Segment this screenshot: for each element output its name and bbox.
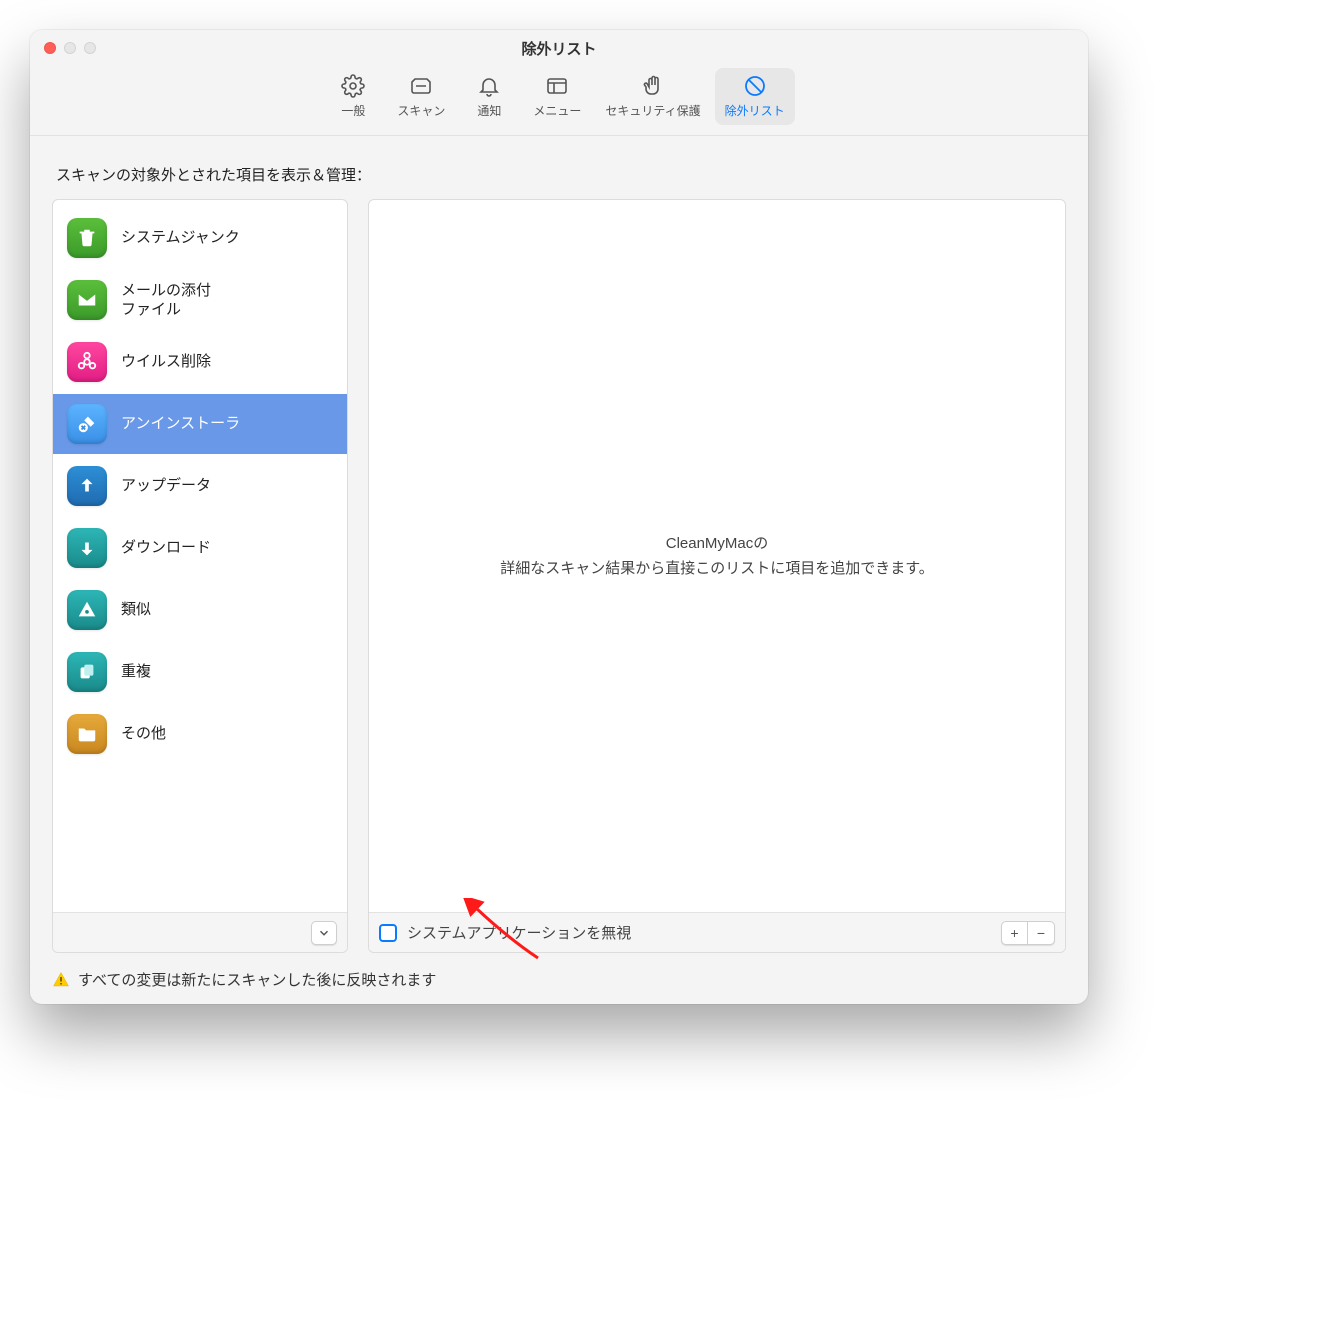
tab-security-label: セキュリティ保護 xyxy=(605,102,700,119)
mail-icon xyxy=(67,280,107,320)
tab-notifications-label: 通知 xyxy=(477,102,501,119)
tab-notifications[interactable]: 通知 xyxy=(459,68,519,125)
panels: システムジャンク メールの添付 ファイル ウイルス削除 xyxy=(52,199,1066,953)
arrow-up-icon xyxy=(67,466,107,506)
category-malware-removal[interactable]: ウイルス削除 xyxy=(53,332,347,392)
warning-icon xyxy=(52,971,70,989)
warning-text: すべての変更は新たにスキャンした後に反映されます xyxy=(78,969,436,990)
warning-row: すべての変更は新たにスキャンした後に反映されます xyxy=(52,969,1066,990)
similar-icon xyxy=(67,590,107,630)
category-label: アンインストーラ xyxy=(121,414,240,434)
bell-icon xyxy=(475,72,503,100)
category-panel: システムジャンク メールの添付 ファイル ウイルス削除 xyxy=(52,199,348,953)
folder-icon xyxy=(67,714,107,754)
scan-icon xyxy=(407,72,435,100)
duplicate-icon xyxy=(67,652,107,692)
tab-menu-label: メニュー xyxy=(533,102,581,119)
category-other[interactable]: その他 xyxy=(53,704,347,764)
category-list[interactable]: システムジャンク メールの添付 ファイル ウイルス削除 xyxy=(53,200,347,912)
ignore-system-apps-checkbox[interactable] xyxy=(379,924,397,942)
traffic-lights xyxy=(30,42,96,54)
detail-panel-footer: システムアプリケーションを無視 + − xyxy=(369,912,1065,952)
detail-panel: CleanMyMacの 詳細なスキャン結果から直接このリストに項目を追加できます… xyxy=(368,199,1066,953)
tab-ignore-list[interactable]: 除外リスト xyxy=(715,68,795,125)
biohazard-icon xyxy=(67,342,107,382)
ignore-system-apps-label: システムアプリケーションを無視 xyxy=(407,922,991,943)
prohibit-icon xyxy=(741,72,769,100)
empty-state-line2: 詳細なスキャン結果から直接このリストに項目を追加できます。 xyxy=(500,556,934,582)
category-label: 重複 xyxy=(121,662,151,682)
tab-security[interactable]: セキュリティ保護 xyxy=(595,68,710,125)
trash-icon xyxy=(67,218,107,258)
hand-icon xyxy=(639,72,667,100)
arrow-down-icon xyxy=(67,528,107,568)
empty-state: CleanMyMacの 詳細なスキャン結果から直接このリストに項目を追加できます… xyxy=(369,200,1065,912)
tab-general-label: 一般 xyxy=(341,102,365,119)
preferences-window: 除外リスト 一般 スキャン 通知 メニュー xyxy=(30,30,1088,1004)
preferences-toolbar: 一般 スキャン 通知 メニュー セキュリティ保護 xyxy=(30,66,1088,136)
add-remove-control: + − xyxy=(1001,921,1055,945)
chevron-down-icon xyxy=(317,926,331,940)
remove-button[interactable]: − xyxy=(1028,922,1054,944)
menu-icon xyxy=(543,72,571,100)
section-heading: スキャンの対象外とされた項目を表示＆管理： xyxy=(56,164,1066,185)
window-title: 除外リスト xyxy=(30,38,1088,59)
tab-scan-label: スキャン xyxy=(397,102,445,119)
category-downloads[interactable]: ダウンロード xyxy=(53,518,347,578)
category-label: システムジャンク xyxy=(121,228,240,248)
tab-general[interactable]: 一般 xyxy=(323,68,383,125)
category-mail-attachments[interactable]: メールの添付 ファイル xyxy=(53,270,347,330)
window-minimize-button[interactable] xyxy=(64,42,76,54)
category-label: アップデータ xyxy=(121,476,211,496)
category-updater[interactable]: アップデータ xyxy=(53,456,347,516)
empty-state-line1: CleanMyMacの xyxy=(666,531,769,557)
window-close-button[interactable] xyxy=(44,42,56,54)
tab-menu[interactable]: メニュー xyxy=(523,68,591,125)
category-label: その他 xyxy=(121,724,166,744)
category-label: ウイルス削除 xyxy=(121,352,211,372)
window-zoom-button[interactable] xyxy=(84,42,96,54)
category-label: 類似 xyxy=(121,600,151,620)
tab-scan[interactable]: スキャン xyxy=(387,68,455,125)
category-uninstaller[interactable]: アンインストーラ xyxy=(53,394,347,454)
expand-button[interactable] xyxy=(311,921,337,945)
tab-ignore-list-label: 除外リスト xyxy=(725,102,785,119)
gear-icon xyxy=(339,72,367,100)
titlebar: 除外リスト xyxy=(30,30,1088,66)
category-duplicates[interactable]: 重複 xyxy=(53,642,347,702)
add-button[interactable]: + xyxy=(1002,922,1028,944)
content-area: スキャンの対象外とされた項目を表示＆管理： システムジャンク メ xyxy=(30,136,1088,1004)
category-similar[interactable]: 類似 xyxy=(53,580,347,640)
category-system-junk[interactable]: システムジャンク xyxy=(53,208,347,268)
category-label: ダウンロード xyxy=(121,538,211,558)
category-panel-footer xyxy=(53,912,347,952)
uninstall-icon xyxy=(67,404,107,444)
category-label: メールの添付 ファイル xyxy=(121,281,211,320)
